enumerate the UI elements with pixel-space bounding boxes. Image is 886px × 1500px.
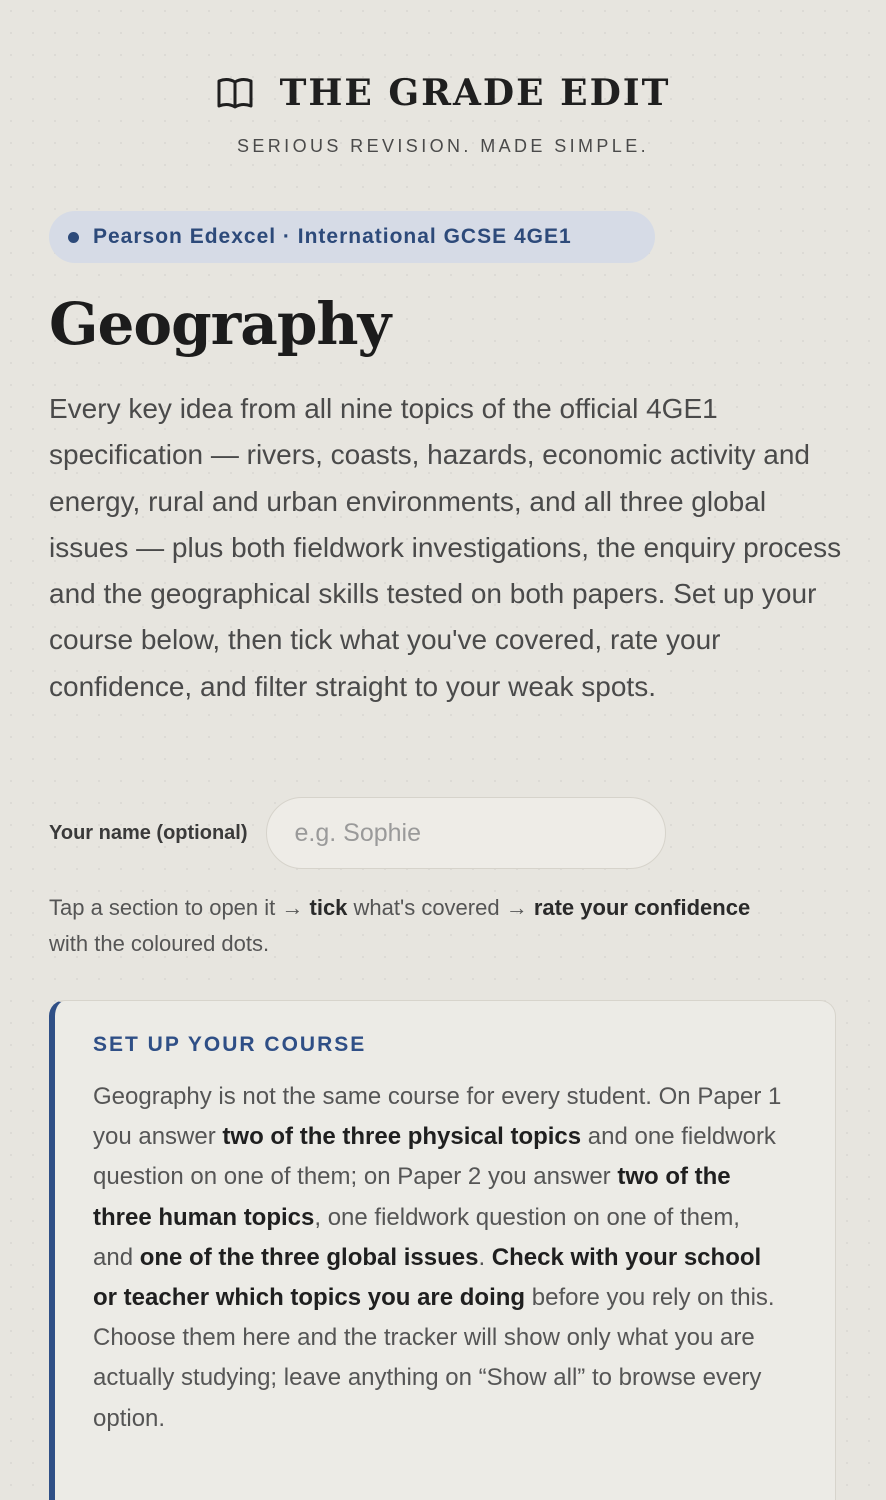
hint-text: Tap a section to open it → xyxy=(49,895,310,920)
card-text: . xyxy=(478,1243,492,1271)
hint-bold-tick: tick xyxy=(309,895,348,920)
intro-text: Every key idea from all nine topics of t… xyxy=(49,393,842,702)
page-title: Geography xyxy=(49,290,391,358)
site-header: THE GRADE EDIT SERIOUS REVISION. MADE SI… xyxy=(0,72,886,157)
tagline: SERIOUS REVISION. MADE SIMPLE. xyxy=(236,136,650,156)
setup-course-card: SET UP YOUR COURSE Geography is not the … xyxy=(49,1000,836,1500)
name-input[interactable] xyxy=(265,797,666,869)
name-row: Your name (optional) xyxy=(49,797,666,869)
card-bold: one of the three global issues xyxy=(139,1243,479,1271)
instructions-hint: Tap a section to open it → tick what's c… xyxy=(49,890,769,962)
name-label: Your name (optional) xyxy=(49,821,248,844)
exam-board-badge: Pearson Edexcel · International GCSE 4GE… xyxy=(49,211,655,263)
hint-bold-rate: rate your confidence xyxy=(533,895,751,920)
setup-card-title: SET UP YOUR COURSE xyxy=(93,1033,367,1056)
hint-text: with the coloured dots. xyxy=(49,931,270,956)
badge-dot-icon xyxy=(68,231,79,243)
book-icon xyxy=(216,76,254,110)
setup-card-body: Geography is not the same course for eve… xyxy=(93,1077,783,1439)
hint-text: what's covered → xyxy=(347,895,534,920)
brand-title: THE GRADE EDIT xyxy=(279,72,671,114)
badge-label: Pearson Edexcel · International GCSE 4GE… xyxy=(93,225,572,248)
brand[interactable]: THE GRADE EDIT xyxy=(0,72,886,114)
card-bold: two of the three physical topics xyxy=(222,1123,582,1151)
